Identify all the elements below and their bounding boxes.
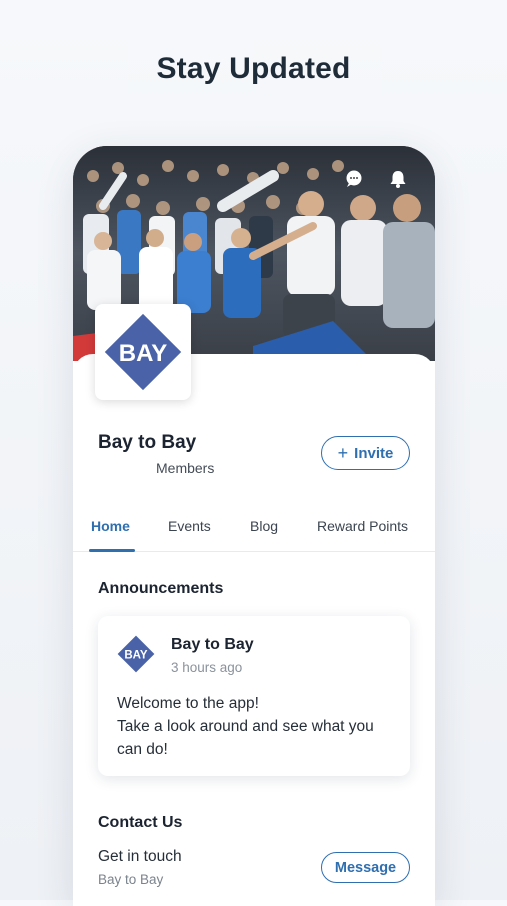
invite-button[interactable]: + Invite — [321, 436, 410, 470]
post-author: Bay to Bay — [171, 636, 254, 653]
tab-events[interactable]: Events — [168, 518, 211, 534]
bay-logo-small-icon: BAY — [117, 635, 155, 673]
post-timestamp: 3 hours ago — [171, 660, 243, 675]
logo-text-small: BAY — [124, 650, 148, 662]
bell-icon[interactable] — [387, 168, 409, 190]
author-avatar: BAY — [116, 634, 156, 679]
tab-bar: Home Events Blog Reward Points — [73, 504, 435, 552]
contact-name: Bay to Bay — [98, 872, 164, 887]
post-body-line-2: Take a look around and see what you can … — [117, 718, 374, 758]
contact-subtitle: Get in touch — [98, 848, 182, 865]
invite-label: Invite — [354, 444, 394, 462]
logo-text: BAY — [119, 340, 167, 367]
tab-home[interactable]: Home — [91, 518, 130, 534]
post-body-line-1: Welcome to the app! — [117, 695, 259, 712]
tab-blog[interactable]: Blog — [250, 518, 278, 534]
contact-title: Contact Us — [98, 814, 183, 831]
members-link[interactable]: Members — [156, 460, 214, 476]
announcements-title: Announcements — [98, 580, 224, 597]
phone-frame: BAY Bay to Bay Members + Invite Home Eve… — [73, 146, 435, 906]
message-button[interactable]: Message — [321, 852, 410, 883]
announcement-card[interactable]: BAY Bay to Bay 3 hours ago Welcome to th… — [98, 616, 410, 776]
group-logo: BAY — [95, 304, 191, 400]
group-name: Bay to Bay — [98, 432, 197, 453]
chat-bubble-icon[interactable] — [343, 168, 365, 190]
post-body: Welcome to the app! Take a look around a… — [117, 692, 397, 761]
page-headline: Stay Updated — [156, 52, 351, 85]
bay-logo-icon: BAY — [104, 313, 182, 391]
active-tab-indicator — [89, 549, 135, 552]
plus-icon: + — [337, 443, 349, 463]
tab-reward-points[interactable]: Reward Points — [317, 518, 408, 534]
